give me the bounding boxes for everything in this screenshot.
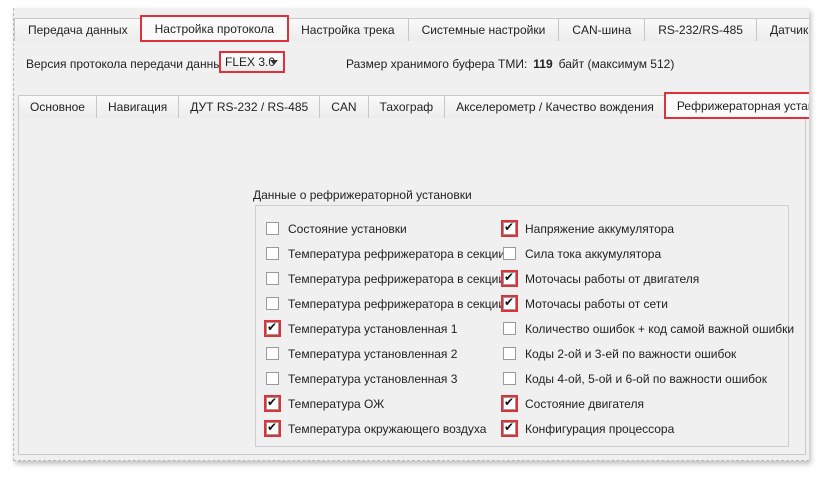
tab-track-settings[interactable]: Настройка трека xyxy=(287,18,409,41)
subtab-tachograph[interactable]: Тахограф xyxy=(367,95,446,118)
refrigerator-data-group: Состояние установки Температура рефрижера… xyxy=(255,205,794,447)
left-checkbox-column: Состояние установки Температура рефрижера… xyxy=(264,216,515,441)
tab-data-transfer[interactable]: Передача данных xyxy=(14,18,142,41)
subtab-navigation[interactable]: Навигация xyxy=(95,95,180,118)
chevron-down-icon xyxy=(270,60,278,65)
checkbox-label: Температура установленная 2 xyxy=(288,346,458,361)
checkbox[interactable] xyxy=(501,220,518,237)
checkbox-row[interactable]: Моточасы работы от сети xyxy=(501,291,794,316)
checkbox[interactable] xyxy=(501,395,518,412)
checkbox[interactable] xyxy=(266,297,279,310)
tab-temperature-sensors[interactable]: Датчики температуры xyxy=(755,18,809,41)
checkbox-label: Температура рефрижератора в секции 3 xyxy=(288,296,516,311)
checkbox-label: Сила тока аккумулятора xyxy=(525,246,662,261)
checkbox-row[interactable]: Температура установленная 1 xyxy=(264,316,515,341)
checkbox[interactable] xyxy=(501,295,518,312)
checkbox-label: Коды 2-ой и 3-ей по важности ошибок xyxy=(525,346,737,361)
checkbox-label: Температура рефрижератора в секции 1 xyxy=(288,246,516,261)
checkbox[interactable] xyxy=(264,395,281,412)
checkbox-label: Температура установленная 1 xyxy=(288,321,458,336)
tab-rs232-rs485[interactable]: RS-232/RS-485 xyxy=(644,18,757,41)
checkbox[interactable] xyxy=(266,272,279,285)
tab-system-settings[interactable]: Системные настройки xyxy=(407,18,560,41)
checkbox-label: Моточасы работы от двигателя xyxy=(525,271,700,286)
checkbox-label: Состояние двигателя xyxy=(525,396,644,411)
checkbox-row[interactable]: Температура рефрижератора в секции 2 xyxy=(266,266,515,291)
protocol-version-select[interactable]: FLEX 3.0 xyxy=(219,51,285,73)
checkbox[interactable] xyxy=(264,420,281,437)
checkbox-row[interactable]: Коды 2-ой и 3-ей по важности ошибок xyxy=(503,341,794,366)
protocol-row: Версия протокола передачи данных FLEX 3.… xyxy=(14,50,809,76)
checkbox-row[interactable]: Состояние установки xyxy=(266,216,515,241)
refrigerator-panel: Данные о рефрижераторной установки Состо… xyxy=(18,118,806,455)
checkbox-row[interactable]: Температура ОЖ xyxy=(264,391,515,416)
tab-protocol-settings[interactable]: Настройка протокола xyxy=(139,15,290,42)
checkbox-row[interactable]: Состояние двигателя xyxy=(501,391,794,416)
subtab-accelerometer[interactable]: Акселерометр / Качество вождения xyxy=(444,95,666,118)
buffer-size-label: Размер хранимого буфера ТМИ: xyxy=(346,57,528,71)
checkbox-row[interactable]: Температура рефрижератора в секции 3 xyxy=(266,291,515,316)
buffer-size-suffix: байт (максимум 512) xyxy=(558,57,675,71)
checkbox-label: Температура окружающего воздуха xyxy=(288,421,487,436)
checkbox[interactable] xyxy=(264,320,281,337)
checkbox-row[interactable]: Температура установленная 2 xyxy=(266,341,515,366)
checkbox-label: Температура установленная 3 xyxy=(288,371,458,386)
checkbox-row[interactable]: Моточасы работы от двигателя xyxy=(501,266,794,291)
checkbox-label: Температура рефрижератора в секции 2 xyxy=(288,271,516,286)
checkbox-label: Коды 4-ой, 5-ой и 6-ой по важности ошибо… xyxy=(525,371,767,386)
checkbox-row[interactable]: Сила тока аккумулятора xyxy=(503,241,794,266)
checkbox-row[interactable]: Температура рефрижератора в секции 1 xyxy=(266,241,515,266)
checkbox-row[interactable]: Температура окружающего воздуха xyxy=(264,416,515,441)
checkbox[interactable] xyxy=(503,372,516,385)
subtab-can[interactable]: CAN xyxy=(319,95,369,118)
checkbox-label: Количество ошибок + код самой важной оши… xyxy=(525,321,795,336)
checkbox-row[interactable]: Коды 4-ой, 5-ой и 6-ой по важности ошибо… xyxy=(503,366,794,391)
subtab-refrigerator-unit[interactable]: Рефрижераторная установка xyxy=(663,92,809,119)
checkbox-label: Состояние установки xyxy=(288,221,407,236)
checkbox-label: Моточасы работы от сети xyxy=(525,296,668,311)
checkbox[interactable] xyxy=(503,322,516,335)
top-tab-bar: Передача данных Настройка протокола Наст… xyxy=(14,15,809,42)
tab-can-bus[interactable]: CAN-шина xyxy=(558,18,646,41)
checkbox-label: Температура ОЖ xyxy=(288,396,385,411)
right-checkbox-column: Напряжение аккумулятора Сила тока аккумул… xyxy=(501,216,794,441)
buffer-size-info: Размер хранимого буфера ТМИ: 119 байт (мак… xyxy=(346,57,674,71)
buffer-size-value: 119 xyxy=(533,57,553,71)
checkbox[interactable] xyxy=(266,347,279,360)
checkbox-row[interactable]: Температура установленная 3 xyxy=(266,366,515,391)
checkbox-row[interactable]: Конфигурация процессора xyxy=(501,416,794,441)
checkbox-row[interactable]: Напряжение аккумулятора xyxy=(501,216,794,241)
protocol-version-value: FLEX 3.0 xyxy=(225,55,276,69)
checkbox[interactable] xyxy=(266,222,279,235)
subtab-fuel-level-sensor[interactable]: ДУТ RS-232 / RS-485 xyxy=(178,95,321,118)
checkbox-row[interactable]: Количество ошибок + код самой важной оши… xyxy=(503,316,794,341)
checkbox[interactable] xyxy=(501,270,518,287)
checkbox[interactable] xyxy=(501,420,518,437)
settings-window: Передача данных Настройка протокола Наст… xyxy=(13,8,809,461)
checkbox[interactable] xyxy=(266,247,279,260)
checkbox[interactable] xyxy=(503,347,516,360)
checkbox-label: Конфигурация процессора xyxy=(525,421,675,436)
sub-tab-bar: Основное Навигация ДУТ RS-232 / RS-485 C… xyxy=(18,92,809,119)
checkbox[interactable] xyxy=(266,372,279,385)
checkbox-label: Напряжение аккумулятора xyxy=(525,221,675,236)
subtab-main[interactable]: Основное xyxy=(18,95,97,118)
group-title: Данные о рефрижераторной установки xyxy=(253,188,472,202)
protocol-version-label: Версия протокола передачи данных xyxy=(26,57,228,71)
checkbox[interactable] xyxy=(503,247,516,260)
